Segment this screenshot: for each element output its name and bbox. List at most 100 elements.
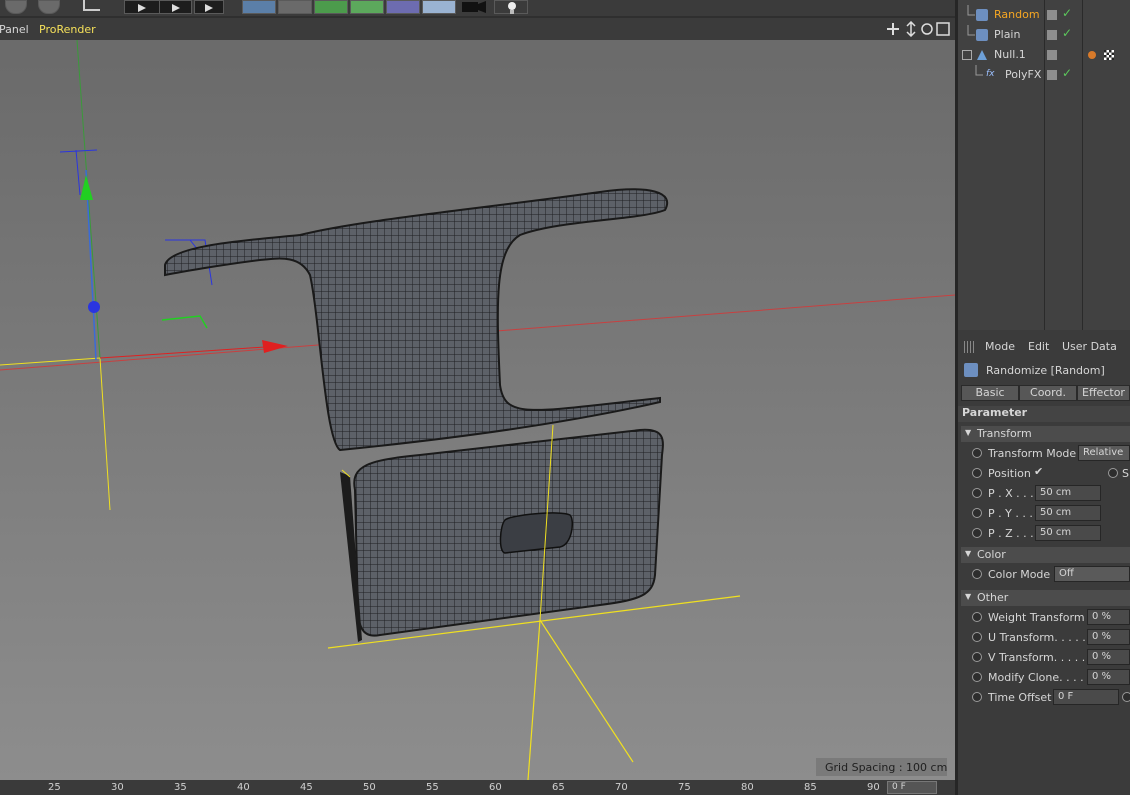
polyfx-icon: fx [986, 69, 995, 79]
edit-menu[interactable]: Edit [1028, 340, 1049, 353]
mode-menu[interactable]: Mode [985, 340, 1015, 353]
animation-radio[interactable] [1108, 468, 1118, 478]
v-transform-row: V Transform. . . . . 0 % [958, 648, 1130, 668]
tick-label: 30 [111, 782, 124, 793]
field-label: Transform Mode [988, 447, 1077, 460]
tick-label: 40 [237, 782, 250, 793]
enabled-check-icon[interactable]: ✓ [1062, 66, 1072, 80]
weight-transform-field[interactable]: 0 % [1087, 609, 1130, 625]
move-tool-icon[interactable] [5, 0, 27, 14]
visibility-toggle[interactable] [1047, 50, 1057, 60]
time-offset-field[interactable]: 0 F [1053, 689, 1119, 705]
main-toolbar [0, 0, 955, 16]
tick-label: 25 [48, 782, 61, 793]
object-row-polyfx[interactable]: fx PolyFX ✓ [958, 65, 1130, 85]
plain-effector-icon [976, 29, 988, 41]
parameter-header: Parameter [958, 406, 1130, 422]
position-checkbox[interactable]: ✔ [1034, 465, 1046, 478]
user-data-menu[interactable]: User Data [1062, 340, 1117, 353]
visibility-toggle[interactable] [1047, 30, 1057, 40]
collapse-toggle-icon[interactable] [962, 50, 972, 60]
object-row-null[interactable]: Null.1 [958, 45, 1130, 65]
tab-basic[interactable]: Basic [961, 385, 1019, 401]
floor-icon[interactable] [422, 0, 456, 14]
texture-tag-icon[interactable] [1104, 50, 1114, 60]
u-transform-row: U Transform. . . . . 0 % [958, 628, 1130, 648]
position-x-row: P . X . . . . 50 cm [958, 484, 1130, 504]
tab-coord[interactable]: Coord. [1019, 385, 1077, 401]
weight-transform-row: Weight Transform 0 % [958, 608, 1130, 628]
field-label: P . Z . . . . [988, 527, 1041, 540]
light-icon[interactable] [494, 0, 528, 14]
transform-mode-dropdown[interactable]: Relative [1078, 445, 1130, 461]
animation-radio[interactable] [972, 488, 982, 498]
v-transform-field[interactable]: 0 % [1087, 649, 1130, 665]
render-view-button[interactable] [124, 0, 160, 14]
animation-radio[interactable] [1122, 692, 1130, 702]
visibility-toggle[interactable] [1047, 70, 1057, 80]
section-title: Transform [977, 427, 1032, 440]
spline-pen-icon[interactable] [278, 0, 312, 14]
animation-radio[interactable] [972, 528, 982, 538]
enabled-check-icon[interactable]: ✓ [1062, 6, 1072, 20]
cube-icon[interactable] [242, 0, 276, 14]
position-x-field[interactable]: 50 cm [1035, 485, 1101, 501]
object-name: Null.1 [994, 48, 1026, 61]
random-effector-icon [964, 363, 978, 377]
animation-radio[interactable] [972, 672, 982, 682]
modify-clone-field[interactable]: 0 % [1087, 669, 1130, 685]
transform-section[interactable]: ▼ Transform [961, 426, 1130, 442]
deformer-icon[interactable] [386, 0, 420, 14]
render-settings-button[interactable] [194, 0, 224, 14]
animation-radio[interactable] [972, 692, 982, 702]
animation-radio[interactable] [972, 569, 982, 579]
3d-viewport[interactable]: Grid Spacing : 100 cm [0, 40, 955, 780]
animation-radio[interactable] [972, 448, 982, 458]
panel-menu[interactable]: Panel [0, 23, 29, 36]
color-mode-row: Color Mode Off [958, 565, 1130, 585]
color-section[interactable]: ▼ Color [961, 547, 1130, 563]
other-section[interactable]: ▼ Other [961, 590, 1130, 606]
handle-recess [499, 512, 573, 554]
rotate-tool-icon[interactable] [38, 0, 60, 14]
render-picture-viewer-button[interactable] [159, 0, 192, 14]
position-y-field[interactable]: 50 cm [1035, 505, 1101, 521]
camera-icon[interactable] [458, 0, 492, 14]
u-transform-field[interactable]: 0 % [1087, 629, 1130, 645]
time-offset-row: Time Offset 0 F [958, 688, 1130, 708]
grid-spacing-label: Grid Spacing : 100 cm [825, 761, 948, 774]
viewport-navigation-icons[interactable] [887, 20, 953, 40]
attribute-manager: Mode Edit User Data Randomize [Random] B… [958, 336, 1130, 795]
object-row-random[interactable]: Random ✓ [958, 5, 1130, 25]
field-label: Modify Clone. . . . [988, 671, 1084, 684]
current-frame-field[interactable]: 0 F [887, 781, 937, 794]
object-row-plain[interactable]: Plain ✓ [958, 25, 1130, 45]
transform-mode-row: Transform Mode Relative [958, 444, 1130, 464]
tick-label: 70 [615, 782, 628, 793]
animation-radio[interactable] [972, 612, 982, 622]
scale-label: S [1122, 467, 1129, 480]
visibility-toggle[interactable] [1047, 10, 1057, 20]
tick-label: 65 [552, 782, 565, 793]
cloner-icon[interactable] [350, 0, 384, 14]
tab-effector[interactable]: Effector [1077, 385, 1130, 401]
prorender-menu[interactable]: ProRender [39, 23, 96, 36]
subdivision-surface-icon[interactable] [314, 0, 348, 14]
animation-radio[interactable] [972, 632, 982, 642]
animation-radio[interactable] [972, 468, 982, 478]
field-label: Color Mode [988, 568, 1051, 581]
timeline-ruler[interactable]: 25 30 35 40 45 50 55 60 65 70 75 80 85 9… [0, 780, 955, 795]
material-tag-icon[interactable] [1088, 51, 1096, 59]
animation-radio[interactable] [972, 508, 982, 518]
position-z-field[interactable]: 50 cm [1035, 525, 1101, 541]
color-mode-dropdown[interactable]: Off [1054, 566, 1130, 582]
tick-label: 80 [741, 782, 754, 793]
z-handle-icon [88, 301, 100, 313]
section-title: Color [977, 548, 1006, 561]
coordinate-system-icon[interactable] [80, 0, 104, 14]
animation-radio[interactable] [972, 652, 982, 662]
enabled-check-icon[interactable]: ✓ [1062, 26, 1072, 40]
tick-label: 35 [174, 782, 187, 793]
section-title: Other [977, 591, 1009, 604]
grip-icon[interactable] [964, 341, 976, 353]
